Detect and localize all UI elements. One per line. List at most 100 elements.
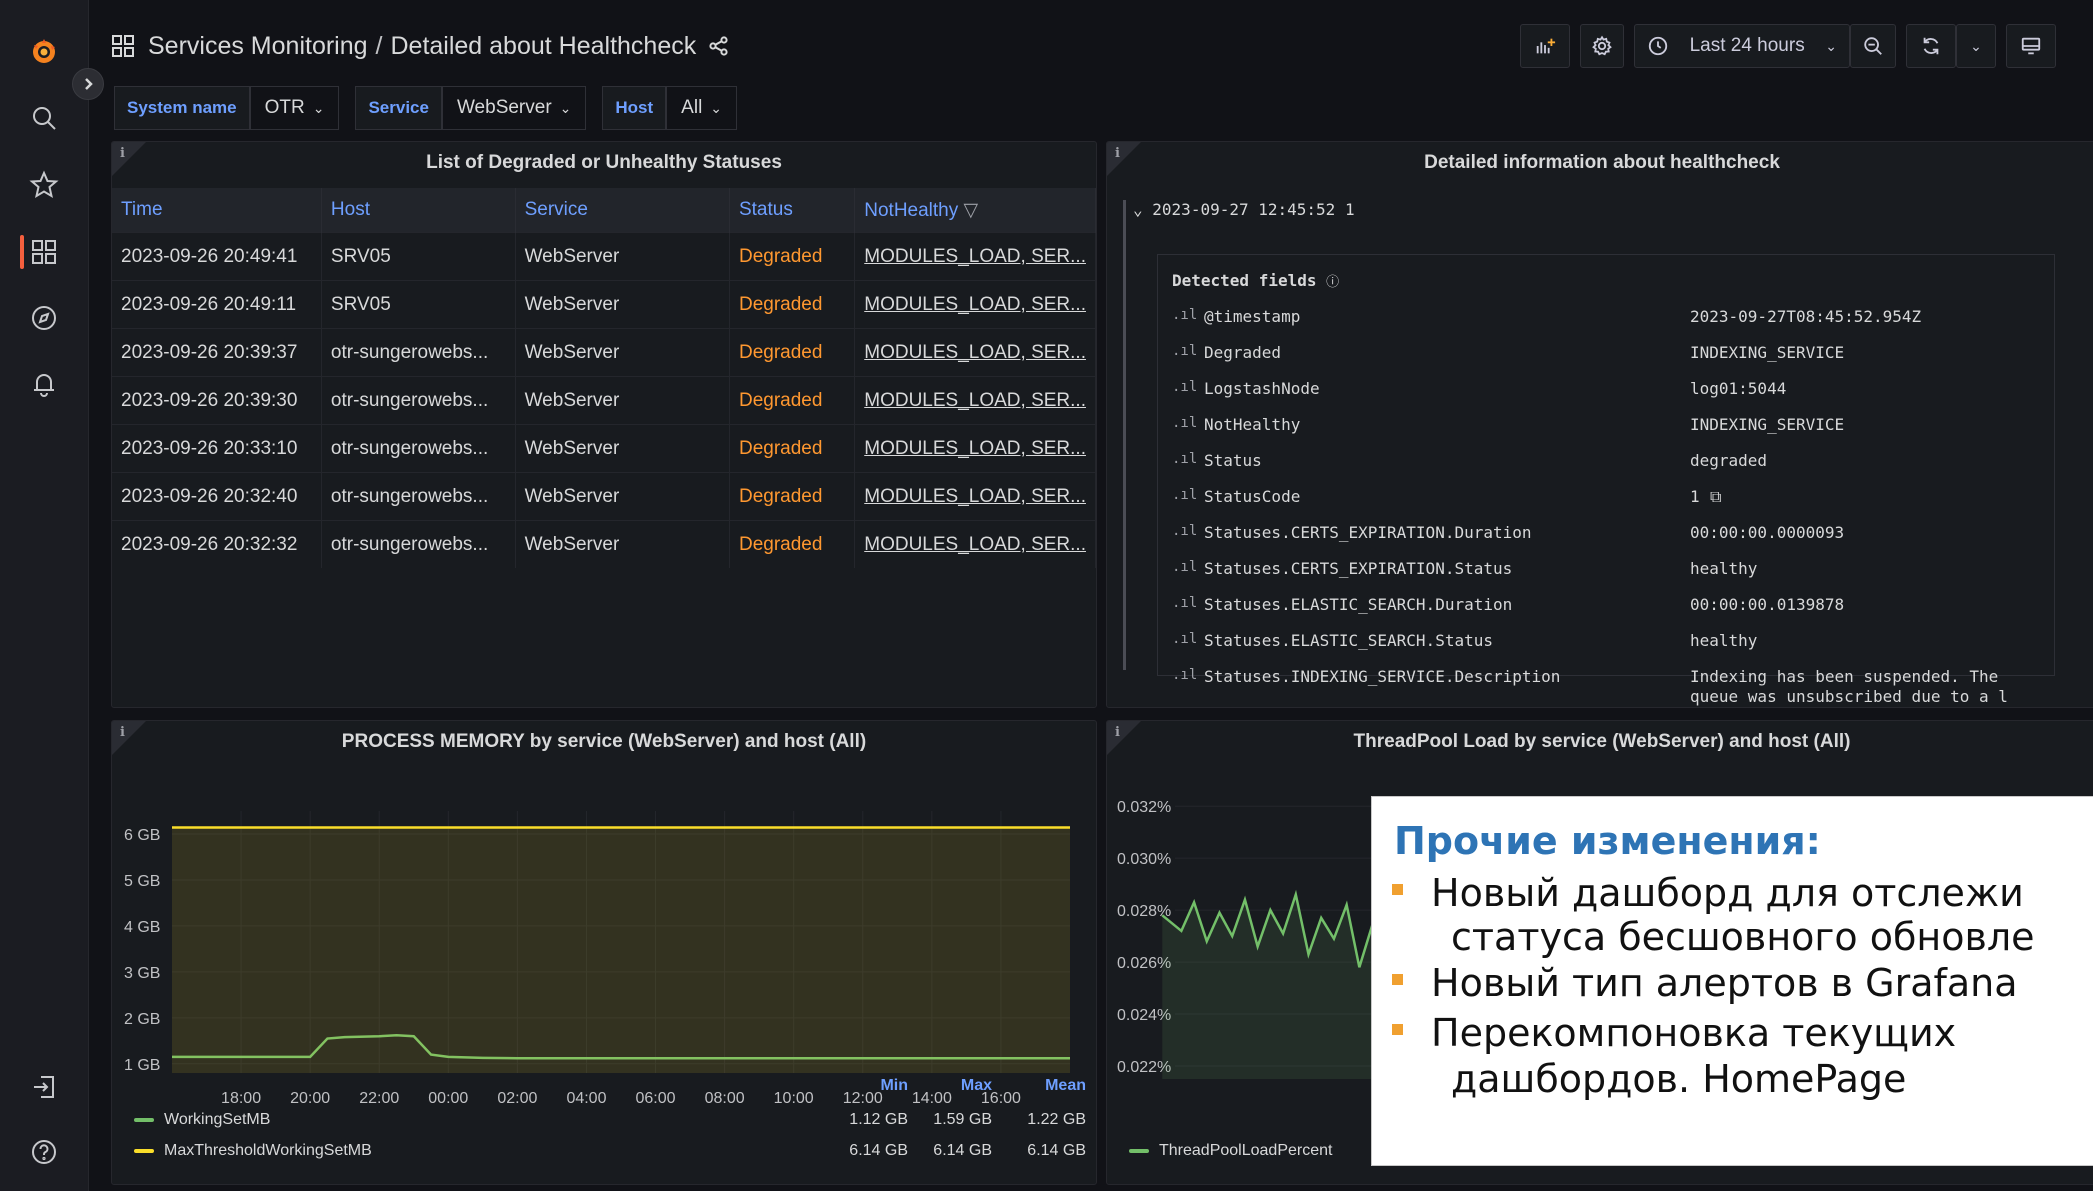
cell-status: Degraded: [729, 280, 856, 329]
field-name: Status: [1204, 451, 1262, 470]
dashboard-settings-button[interactable]: [1580, 24, 1624, 68]
field-stats-icon[interactable]: .ıl: [1172, 631, 1197, 647]
cell-nothealthy[interactable]: MODULES_LOAD, SER...: [854, 376, 1096, 425]
field-stats-icon[interactable]: .ıl: [1172, 559, 1197, 575]
breadcrumb-folder-link[interactable]: Services Monitoring: [148, 32, 368, 61]
column-header-status[interactable]: Status: [729, 188, 856, 233]
cell-nothealthy[interactable]: MODULES_LOAD, SER...: [854, 328, 1096, 377]
detected-field-row[interactable]: .ıl NotHealthy INDEXING_SERVICE: [1158, 415, 2054, 451]
column-header-host[interactable]: Host: [321, 188, 516, 233]
cell-nothealthy[interactable]: MODULES_LOAD, SER...: [854, 232, 1096, 281]
share-icon[interactable]: [708, 35, 730, 57]
field-stats-icon[interactable]: .ıl: [1172, 415, 1197, 431]
cell-service: WebServer: [515, 424, 730, 473]
cell-nothealthy[interactable]: MODULES_LOAD, SER...: [854, 280, 1096, 329]
field-value: queue was unsubscribed due to a l: [1690, 687, 2008, 706]
field-stats-icon[interactable]: .ıl: [1172, 487, 1197, 503]
detected-field-row[interactable]: .ıl Statuses.CERTS_EXPIRATION.Duration 00:…: [1158, 523, 2054, 559]
time-range-label: Last 24 hours: [1689, 35, 1805, 56]
detected-field-row[interactable]: .ıl Statuses.ELASTIC_SEARCH.Status healthy: [1158, 631, 2054, 667]
detected-field-row[interactable]: .ıl Statuses.CERTS_EXPIRATION.Status healt…: [1158, 559, 2054, 595]
field-stats-icon[interactable]: .ıl: [1172, 343, 1197, 359]
legend-header-min[interactable]: Min: [824, 1077, 908, 1095]
legend-stats-maxthreshold: 6.14 GB 6.14 GB 6.14 GB: [802, 1142, 1086, 1160]
variable-label-host: Host: [602, 86, 667, 130]
legend-max: 1.59 GB: [933, 1111, 992, 1128]
search-icon[interactable]: [22, 96, 66, 140]
field-value: Indexing has been suspended. The: [1690, 667, 1999, 686]
cell-nothealthy[interactable]: MODULES_LOAD, SER...: [854, 472, 1096, 521]
alerting-bell-icon[interactable]: [22, 362, 66, 406]
field-name: @timestamp: [1204, 307, 1301, 326]
panel-title[interactable]: List of Degraded or Unhealthy Statuses: [112, 152, 1096, 174]
cell-host: SRV05: [321, 280, 516, 329]
dashboards-icon[interactable]: [22, 230, 66, 274]
cell-status: Degraded: [729, 424, 856, 473]
field-value: log01:5044: [1690, 379, 1787, 398]
cell-time: 2023-09-26 20:49:11: [112, 280, 322, 329]
panel-title[interactable]: ThreadPool Load by service (WebServer) a…: [1107, 731, 2093, 753]
cell-nothealthy[interactable]: MODULES_LOAD, SER...: [854, 520, 1096, 568]
detected-field-row[interactable]: .ıl @timestamp 2023-09-27T08:45:52.954Z: [1158, 307, 2054, 343]
variable-select-system-name[interactable]: OTR ⌄: [249, 86, 340, 130]
expand-sidebar-button[interactable]: [72, 68, 104, 100]
refresh-button[interactable]: [1906, 24, 1956, 68]
filter-icon[interactable]: ▽: [964, 200, 979, 221]
panel-title[interactable]: Detailed information about healthcheck: [1107, 152, 2093, 174]
legend-stats-workingset: 1.12 GB 1.59 GB 1.22 GB: [802, 1111, 1086, 1129]
memory-chart[interactable]: 1 GB 2 GB 3 GB 4 GB 5 GB 6 GB 18:00 20:00 22:00 0…: [112, 761, 1096, 1161]
copy-icon[interactable]: ⧉: [1710, 487, 1721, 507]
field-stats-icon[interactable]: .ıl: [1172, 595, 1197, 611]
table-header-row: Time Host Service Status NotHealthy ▽: [112, 188, 1096, 233]
field-stats-icon[interactable]: .ıl: [1172, 379, 1197, 395]
sidebar: [0, 0, 89, 1191]
refresh-interval-dropdown[interactable]: ⌄: [1956, 24, 1996, 68]
cell-nothealthy[interactable]: MODULES_LOAD, SER...: [854, 424, 1096, 473]
legend-label: MaxThresholdWorkingSetMB: [164, 1142, 372, 1159]
field-stats-icon[interactable]: .ıl: [1172, 667, 1197, 683]
column-header-time[interactable]: Time: [112, 188, 322, 233]
log-line[interactable]: ⌄ 2023-09-27 12:45:52 1: [1133, 200, 1355, 219]
detected-field-row[interactable]: .ıl StatusCode 1 ⧉: [1158, 487, 2054, 523]
cell-host: otr-sungerowebs...: [321, 424, 516, 473]
field-stats-icon[interactable]: .ıl: [1172, 307, 1197, 323]
info-circle-icon: ⓘ: [1326, 275, 1340, 290]
legend-mean: 6.14 GB: [1027, 1142, 1086, 1159]
starred-icon[interactable]: [22, 163, 66, 207]
time-range-picker[interactable]: Last 24 hours ⌄: [1634, 24, 1850, 68]
help-icon[interactable]: [22, 1130, 66, 1174]
field-name: Degraded: [1204, 343, 1282, 362]
grafana-logo-icon[interactable]: [22, 30, 66, 74]
zoom-out-button[interactable]: [1850, 24, 1896, 68]
table-row: 2023-09-26 20:49:11 SRV05 WebServer Degrade…: [112, 280, 1096, 329]
tv-mode-button[interactable]: [2006, 24, 2056, 68]
legend-header-max[interactable]: Max: [908, 1077, 992, 1095]
detected-field-row[interactable]: .ıl Statuses.ELASTIC_SEARCH.Duration 00:00…: [1158, 595, 2054, 631]
legend-swatch: [134, 1117, 154, 1122]
field-stats-icon[interactable]: .ıl: [1172, 523, 1197, 539]
column-header-service[interactable]: Service: [515, 188, 730, 233]
legend-item-threadpool[interactable]: ThreadPoolLoadPercent: [1129, 1142, 1332, 1160]
monitor-icon: [2021, 37, 2041, 55]
legend-item-maxthreshold[interactable]: MaxThresholdWorkingSetMB: [134, 1142, 372, 1160]
detected-field-row[interactable]: .ıl Degraded INDEXING_SERVICE: [1158, 343, 2054, 379]
x-tick-label: 02:00: [497, 1090, 537, 1107]
panel-title[interactable]: PROCESS MEMORY by service (WebServer) an…: [112, 731, 1096, 753]
detected-field-row[interactable]: .ıl Status degraded: [1158, 451, 2054, 487]
sign-in-icon[interactable]: [22, 1065, 66, 1109]
table-row: 2023-09-26 20:39:37 otr-sungerowebs... Web…: [112, 328, 1096, 377]
variable-select-host[interactable]: All ⌄: [666, 86, 738, 130]
breadcrumb: Services Monitoring / Detailed about Hea…: [110, 24, 730, 68]
field-stats-icon[interactable]: .ıl: [1172, 451, 1197, 467]
series-area-fill: [172, 827, 1070, 1073]
explore-compass-icon[interactable]: [22, 296, 66, 340]
detected-field-row[interactable]: queue was unsubscribed due to a l: [1158, 687, 2054, 707]
detected-field-row[interactable]: .ıl LogstashNode log01:5044: [1158, 379, 2054, 415]
x-tick-label: 08:00: [705, 1090, 745, 1107]
variable-select-service[interactable]: WebServer ⌄: [441, 86, 587, 130]
column-header-nothealthy[interactable]: NotHealthy ▽: [854, 188, 1096, 233]
legend-item-workingset[interactable]: WorkingSetMB: [134, 1111, 270, 1129]
legend-header-mean[interactable]: Mean: [992, 1077, 1086, 1095]
add-panel-button[interactable]: [1520, 24, 1570, 68]
chevron-down-icon: ⌄: [312, 99, 325, 116]
